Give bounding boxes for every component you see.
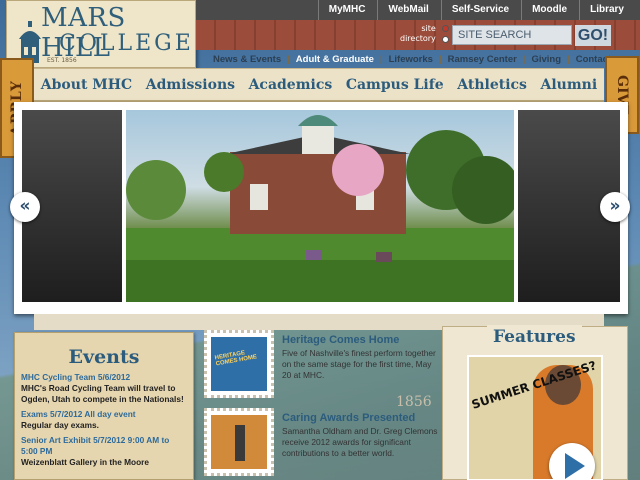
link-library[interactable]: Library	[579, 0, 634, 20]
news-title[interactable]: Caring Awards Presented	[282, 412, 415, 424]
news-stamp-heritage[interactable]: HERITAGE COMES HOME	[204, 330, 274, 398]
nav-giving[interactable]: Giving	[528, 54, 564, 65]
link-mymhc[interactable]: MyMHC	[317, 0, 376, 20]
event-desc: MHC's Road Cycling Team will travel to O…	[21, 383, 184, 404]
search-scope-labels: site directory	[400, 24, 436, 44]
news-desc: Five of Nashville's finest perform toget…	[282, 348, 436, 380]
events-heading: Events	[68, 346, 140, 368]
event-desc: Weizenblatt Gallery in the Moore	[21, 457, 150, 467]
separator: |	[379, 53, 383, 65]
campus-photo	[126, 115, 514, 302]
link-moodle[interactable]: Moodle	[521, 0, 577, 20]
event-item[interactable]: Exams 5/7/2012 All day event Regular day…	[15, 409, 193, 431]
search-go-button[interactable]: GO!	[575, 25, 611, 46]
news-title[interactable]: Heritage Comes Home	[282, 334, 399, 346]
nav-news-events[interactable]: News & Events	[210, 54, 284, 65]
nav-alumni[interactable]: Alumni	[540, 77, 597, 93]
event-title[interactable]: Senior Art Exhibit 5/7/2012 9:00 AM to 5…	[21, 435, 187, 457]
feature-video[interactable]: SUMMER CLASSES?	[467, 355, 603, 480]
nav-about[interactable]: About MHC	[41, 77, 132, 93]
nav-academics[interactable]: Academics	[249, 77, 333, 93]
features-panel: Features SUMMER CLASSES?	[442, 325, 628, 480]
logo-established: EST. 1856	[47, 57, 77, 64]
directory-radio[interactable]	[442, 36, 449, 43]
separator: |	[567, 53, 570, 65]
nav-lifeworks[interactable]: Lifeworks	[386, 54, 436, 65]
secondary-nav: News & Events | Adult & Graduate | Lifewor…	[198, 51, 618, 67]
postmark: 1856	[396, 394, 432, 410]
separator: |	[522, 53, 526, 65]
news-stamp-caring[interactable]	[204, 408, 274, 476]
slider-prev-button[interactable]: «	[10, 192, 40, 222]
event-item[interactable]: Senior Art Exhibit 5/7/2012 9:00 AM to 5…	[15, 435, 193, 468]
events-panel: Events MHC Cycling Team 5/6/2012 MHC's R…	[14, 332, 194, 480]
utility-bar: MyMHC WebMail Self-Service Moodle Librar…	[196, 0, 640, 20]
separator: |	[287, 53, 290, 65]
nav-athletics[interactable]: Athletics	[457, 77, 527, 93]
event-title[interactable]: MHC Cycling Team 5/6/2012	[21, 372, 187, 383]
photo-slider	[14, 102, 628, 314]
main-nav: About MHC Admissions Academics Campus Li…	[34, 68, 604, 102]
nav-campus-life[interactable]: Campus Life	[346, 77, 444, 93]
play-icon	[565, 453, 585, 479]
slider-next-button[interactable]: »	[600, 192, 630, 222]
separator: |	[438, 53, 442, 65]
search-input[interactable]: SITE SEARCH	[452, 25, 572, 45]
nav-adult-graduate[interactable]: Adult & Graduate	[293, 54, 377, 65]
news-desc: Samantha Oldham and Dr. Greg Clemons rec…	[282, 426, 438, 458]
link-self-service[interactable]: Self-Service	[440, 0, 519, 20]
site-radio[interactable]	[442, 25, 449, 32]
event-item[interactable]: MHC Cycling Team 5/6/2012 MHC's Road Cyc…	[15, 372, 193, 405]
logo-subtitle: COLLEGE	[59, 31, 194, 56]
search-scope-site-label: site	[421, 24, 436, 33]
news-panel: HERITAGE COMES HOME Heritage Comes Home …	[200, 328, 442, 480]
event-title[interactable]: Exams 5/7/2012 All day event	[21, 409, 187, 420]
slide-current-photo[interactable]	[126, 110, 514, 302]
statue-image	[211, 415, 267, 469]
features-heading: Features	[487, 325, 582, 349]
event-desc: Regular day exams.	[21, 420, 99, 430]
nav-admissions[interactable]: Admissions	[146, 77, 235, 93]
link-webmail[interactable]: WebMail	[377, 0, 438, 20]
heritage-stamp-text: HERITAGE COMES HOME	[214, 350, 258, 368]
college-logo[interactable]: MARS HILL COLLEGE EST. 1856	[6, 0, 196, 68]
nav-ramsey-center[interactable]: Ramsey Center	[445, 54, 520, 65]
heritage-image: HERITAGE COMES HOME	[211, 337, 267, 391]
search-scope-directory-label: directory	[400, 34, 436, 43]
